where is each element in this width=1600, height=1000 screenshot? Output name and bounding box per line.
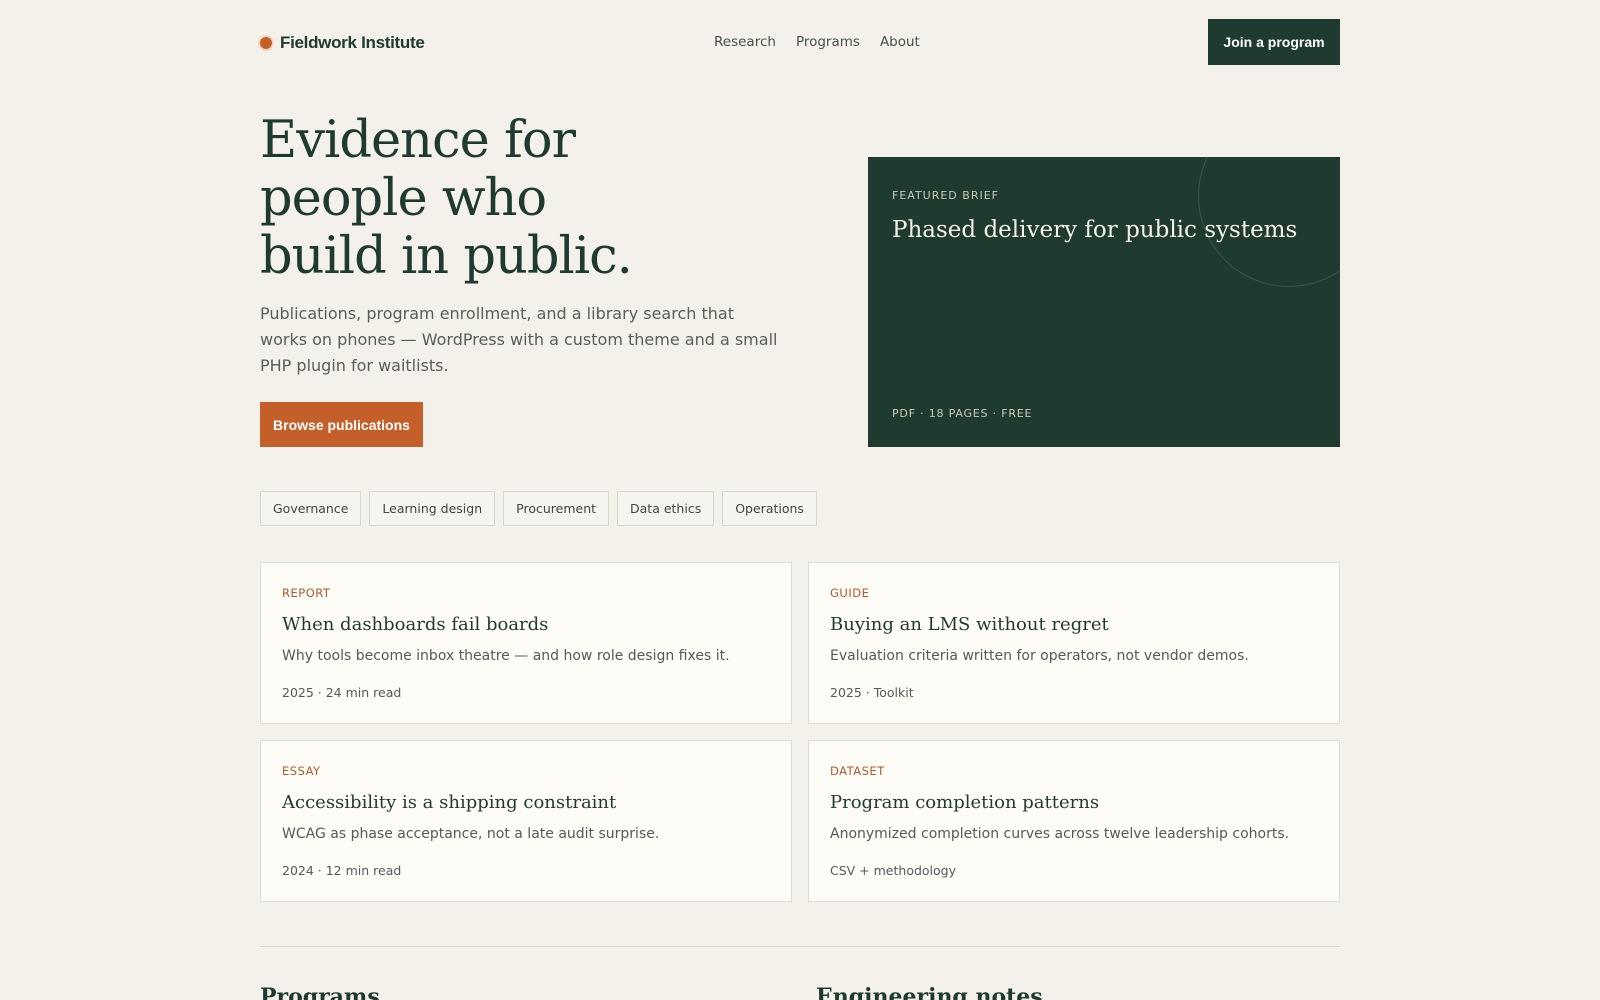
- chip-procurement[interactable]: Procurement: [503, 491, 610, 526]
- programs-heading: Programs: [260, 984, 380, 1000]
- card-title: Accessibility is a shipping constraint: [282, 792, 617, 813]
- card-description: Evaluation criteria written for operator…: [830, 648, 1249, 664]
- hero-description: Publications, program enrollment, and a …: [260, 304, 778, 375]
- publication-card[interactable]: ESSAY Accessibility is a shipping constr…: [260, 740, 792, 902]
- card-meta: 2024 · 12 min read: [282, 863, 402, 878]
- featured-kicker: FEATURED BRIEF: [892, 189, 999, 202]
- card-meta: 2025 · 24 min read: [282, 685, 402, 700]
- chip-operations[interactable]: Operations: [722, 491, 817, 526]
- card-description: Anonymized completion curves across twel…: [830, 826, 1290, 842]
- featured-brief-card[interactable]: FEATURED BRIEF Phased delivery for publi…: [868, 157, 1340, 447]
- brand-logo[interactable]: Fieldwork Institute: [260, 33, 425, 53]
- hero-title-line: build in public.: [260, 227, 633, 286]
- card-title: Program completion patterns: [830, 792, 1100, 813]
- site-header: Fieldwork Institute Research Programs Ab…: [260, 19, 1340, 65]
- card-description: WCAG as phase acceptance, not a late aud…: [282, 826, 660, 842]
- card-type: REPORT: [282, 586, 331, 600]
- chip-learning-design[interactable]: Learning design: [369, 491, 496, 526]
- chip-governance[interactable]: Governance: [260, 491, 362, 526]
- nav-link-programs[interactable]: Programs: [796, 34, 860, 50]
- card-description: Why tools become inbox theatre — and how…: [282, 648, 730, 664]
- card-title: When dashboards fail boards: [282, 614, 549, 635]
- nav-link-about[interactable]: About: [880, 34, 920, 50]
- card-meta: CSV + methodology: [830, 863, 957, 878]
- brand-dot-icon: [260, 37, 272, 49]
- card-title: Buying an LMS without regret: [830, 614, 1109, 635]
- chip-data-ethics[interactable]: Data ethics: [617, 491, 715, 526]
- featured-title: Phased delivery for public systems: [892, 217, 1298, 243]
- publication-card[interactable]: DATASET Program completion patterns Anon…: [808, 740, 1340, 902]
- publication-card[interactable]: REPORT When dashboards fail boards Why t…: [260, 562, 792, 724]
- publication-cards: REPORT When dashboards fail boards Why t…: [260, 562, 1340, 902]
- topic-filter-chips: Governance Learning design Procurement D…: [260, 491, 817, 526]
- featured-meta: PDF · 18 PAGES · FREE: [892, 407, 1033, 420]
- brand-name: Fieldwork Institute: [280, 33, 425, 52]
- engineering-notes-heading: Engineering notes: [816, 984, 1043, 1000]
- card-meta: 2025 · Toolkit: [830, 685, 914, 700]
- hero-title-line: Evidence for: [260, 111, 576, 170]
- hero-title-line: people who: [260, 169, 547, 228]
- hero-title: Evidence for people who build in public.: [260, 112, 820, 286]
- nav-link-research[interactable]: Research: [714, 34, 776, 50]
- section-divider: [260, 946, 1340, 947]
- card-type: ESSAY: [282, 764, 321, 778]
- browse-publications-button[interactable]: Browse publications: [260, 402, 423, 447]
- card-type: GUIDE: [830, 586, 870, 600]
- card-type: DATASET: [830, 764, 885, 778]
- publication-card[interactable]: GUIDE Buying an LMS without regret Evalu…: [808, 562, 1340, 724]
- join-program-button[interactable]: Join a program: [1208, 19, 1340, 65]
- main-nav: Research Programs About: [714, 34, 920, 50]
